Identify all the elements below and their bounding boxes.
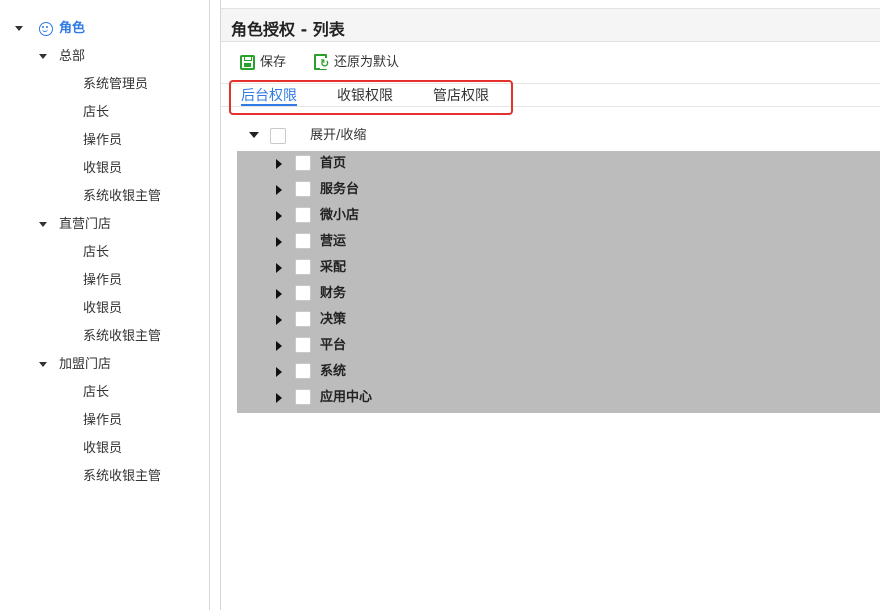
caret-right-icon[interactable] [276, 393, 282, 403]
collapse-toggle-icon[interactable] [39, 362, 47, 367]
tree-group-label[interactable]: 直营门店 [59, 214, 111, 236]
tree-item-label[interactable]: 操作员 [83, 270, 122, 292]
permission-row[interactable]: 平台 [237, 333, 880, 359]
permission-checkbox[interactable] [295, 207, 311, 223]
tree-root-row[interactable]: 角色 [0, 18, 209, 40]
permission-label[interactable]: 营运 [320, 232, 346, 252]
caret-down-icon[interactable] [249, 132, 259, 138]
tree-item-label[interactable]: 系统收银主管 [83, 466, 161, 488]
role-tree-panel: 角色 总部 系统管理员 店长 操作员 收银员 系统收银主管 直营门店 店长 操作… [0, 0, 210, 610]
permission-row[interactable]: 营运 [237, 229, 880, 255]
permission-label[interactable]: 微小店 [320, 206, 359, 226]
permission-row[interactable]: 财务 [237, 281, 880, 307]
permission-checkbox[interactable] [295, 233, 311, 249]
permission-label[interactable]: 采配 [320, 258, 346, 278]
tree-item-label[interactable]: 操作员 [83, 410, 122, 432]
save-button[interactable]: 保存 [240, 51, 294, 75]
tab-cashier-permissions[interactable]: 收银权限 [337, 85, 393, 107]
permission-row[interactable]: 微小店 [237, 203, 880, 229]
permission-label[interactable]: 财务 [320, 284, 346, 304]
page-title: 角色授权 - 列表 [231, 20, 345, 39]
restore-icon [314, 54, 330, 70]
tree-group-franchise-stores[interactable]: 加盟门店 [0, 354, 209, 376]
collapse-toggle-icon[interactable] [39, 222, 47, 227]
permission-label[interactable]: 系统 [320, 362, 346, 382]
select-all-checkbox[interactable] [270, 128, 286, 144]
smiley-icon [39, 22, 53, 36]
restore-default-button[interactable]: 还原为默认 [314, 51, 410, 75]
tree-group-headquarters[interactable]: 总部 [0, 46, 209, 68]
restore-button-label: 还原为默认 [334, 55, 400, 70]
caret-right-icon[interactable] [276, 341, 282, 351]
permission-checkbox[interactable] [295, 259, 311, 275]
divider [221, 83, 880, 84]
toolbar: 保存 还原为默认 [221, 48, 880, 78]
tree-item-label[interactable]: 收银员 [83, 438, 122, 460]
permission-checkbox[interactable] [295, 285, 311, 301]
permission-label[interactable]: 首页 [320, 154, 346, 174]
panel-header: 角色授权 - 列表 [221, 8, 880, 42]
expand-collapse-label[interactable]: 展开/收缩 [310, 127, 366, 145]
tree-item-label[interactable]: 系统管理员 [83, 74, 148, 96]
tree-group-direct-stores[interactable]: 直营门店 [0, 214, 209, 236]
caret-right-icon[interactable] [276, 159, 282, 169]
permission-row[interactable]: 首页 [237, 151, 880, 177]
permission-checkbox[interactable] [295, 155, 311, 171]
permission-label[interactable]: 决策 [320, 310, 346, 330]
permission-row[interactable]: 应用中心 [237, 385, 880, 411]
permission-label[interactable]: 服务台 [320, 180, 359, 200]
caret-right-icon[interactable] [276, 263, 282, 273]
permission-checkbox[interactable] [295, 389, 311, 405]
tree-item-label[interactable]: 操作员 [83, 130, 122, 152]
tree-item-label[interactable]: 系统收银主管 [83, 326, 161, 348]
permission-label[interactable]: 平台 [320, 336, 346, 356]
permission-row[interactable]: 系统 [237, 359, 880, 385]
save-icon [240, 55, 255, 70]
permission-row[interactable]: 采配 [237, 255, 880, 281]
permission-checkbox[interactable] [295, 363, 311, 379]
tab-backend-permissions[interactable]: 后台权限 [241, 85, 297, 106]
permission-row[interactable]: 决策 [237, 307, 880, 333]
tree-item-label[interactable]: 收银员 [83, 158, 122, 180]
permission-row[interactable]: 服务台 [237, 177, 880, 203]
caret-right-icon[interactable] [276, 315, 282, 325]
tree-item-label[interactable]: 店长 [83, 382, 109, 404]
collapse-toggle-icon[interactable] [15, 26, 23, 31]
tree-item-label[interactable]: 店长 [83, 242, 109, 264]
tree-item-label[interactable]: 系统收银主管 [83, 186, 161, 208]
caret-right-icon[interactable] [276, 185, 282, 195]
collapse-toggle-icon[interactable] [39, 54, 47, 59]
role-authorization-panel: 角色授权 - 列表 保存 还原为默认 后台权限 收银权限 管店权限 展开/收缩 … [220, 0, 880, 610]
permission-label[interactable]: 应用中心 [320, 388, 372, 408]
permission-checkbox[interactable] [295, 337, 311, 353]
permission-list: 首页 服务台 微小店 营运 采配 财务 决策 平台 系统 应用中心 [237, 151, 880, 413]
tree-root-label[interactable]: 角色 [59, 18, 85, 40]
expand-collapse-row: 展开/收缩 [221, 124, 880, 148]
save-button-label: 保存 [260, 55, 287, 70]
caret-right-icon[interactable] [276, 289, 282, 299]
tab-store-management-permissions[interactable]: 管店权限 [433, 85, 489, 107]
caret-right-icon[interactable] [276, 237, 282, 247]
permission-checkbox[interactable] [295, 181, 311, 197]
divider [221, 106, 880, 107]
caret-right-icon[interactable] [276, 211, 282, 221]
tree-group-label[interactable]: 总部 [59, 46, 85, 68]
tree-item-label[interactable]: 收银员 [83, 298, 122, 320]
tree-item-label[interactable]: 店长 [83, 102, 109, 124]
caret-right-icon[interactable] [276, 367, 282, 377]
tree-group-label[interactable]: 加盟门店 [59, 354, 111, 376]
permission-checkbox[interactable] [295, 311, 311, 327]
